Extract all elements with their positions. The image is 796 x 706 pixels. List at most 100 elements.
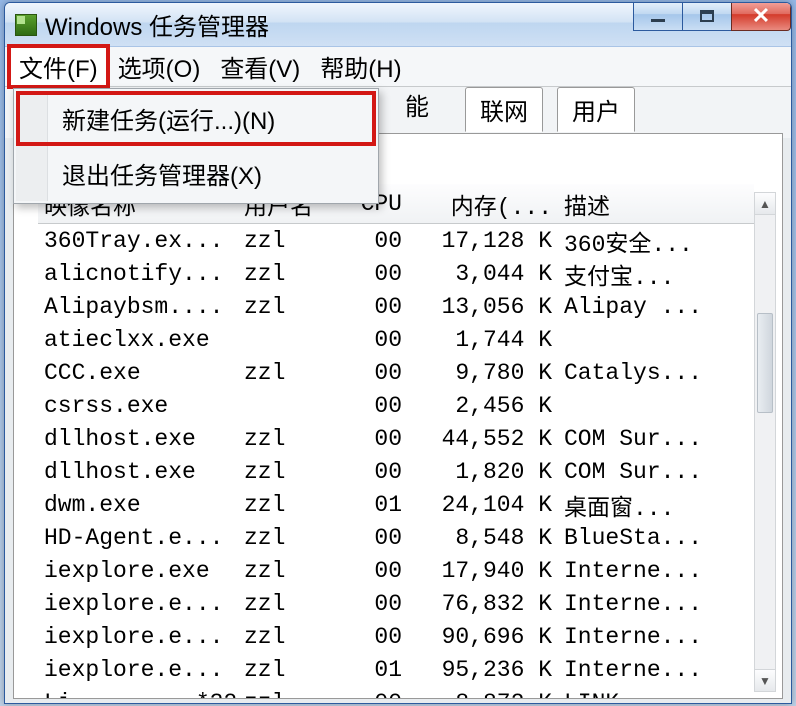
cell-cpu: 00 <box>338 622 408 652</box>
cell-user: zzl <box>238 259 338 289</box>
cell-cpu: 00 <box>338 391 408 421</box>
cell-cpu: 00 <box>338 457 408 487</box>
cell-desc: 桌面窗... <box>558 486 754 524</box>
cell-name: iexplore.e... <box>38 622 238 652</box>
close-button[interactable]: ✕ <box>731 2 791 31</box>
table-row[interactable]: Alipaybsm....zzl0013,056 KAlipay ... <box>38 290 754 323</box>
table-row[interactable]: iexplore.e...zzl0195,236 KInterne... <box>38 653 754 686</box>
scroll-up-button[interactable]: ▲ <box>755 193 775 215</box>
cell-user: zzl <box>238 622 338 652</box>
cell-desc: Catalys... <box>558 358 754 388</box>
table-row[interactable]: CCC.exezzl009,780 KCatalys... <box>38 356 754 389</box>
desktop: Windows 任务管理器 ✕ 文件(F) 选项(O) 查看(V) 帮助(H) … <box>0 0 796 706</box>
table-row[interactable]: 360Tray.ex...zzl0017,128 K360安全... <box>38 224 754 257</box>
cell-desc <box>558 404 754 408</box>
menu-item-new-task[interactable]: 新建任务(运行...)(N) <box>16 91 376 146</box>
cell-desc: Interne... <box>558 622 754 652</box>
cell-mem: 8,548 K <box>408 523 558 553</box>
cell-mem: 1,744 K <box>408 325 558 355</box>
table-row[interactable]: dllhost.exezzl001,820 KCOM Sur... <box>38 455 754 488</box>
cell-user: zzl <box>238 358 338 388</box>
col-header-desc[interactable]: 描述 <box>558 185 754 223</box>
menu-view[interactable]: 查看(V) <box>210 46 310 87</box>
cell-mem: 13,056 K <box>408 292 558 322</box>
cell-name: dllhost.exe <box>38 457 238 487</box>
table-row[interactable]: dllhost.exezzl0044,552 KCOM Sur... <box>38 422 754 455</box>
cell-cpu: 00 <box>338 226 408 256</box>
cell-name: alicnotify... <box>38 259 238 289</box>
cell-name: iexplore.e... <box>38 589 238 619</box>
menu-file[interactable]: 文件(F) <box>9 46 108 87</box>
cell-name: iexplore.e... <box>38 655 238 685</box>
table-row[interactable]: HD-Agent.e...zzl008,548 KBlueSta... <box>38 521 754 554</box>
cell-cpu: 00 <box>338 688 408 699</box>
scroll-thumb[interactable] <box>757 313 773 413</box>
minimize-button[interactable] <box>633 2 683 31</box>
cell-name: 360Tray.ex... <box>38 226 238 256</box>
cell-name: atieclxx.exe <box>38 325 238 355</box>
tab-networking[interactable]: 联网 <box>465 87 543 132</box>
cell-cpu: 00 <box>338 556 408 586</box>
table-row[interactable]: iexplore.e...zzl0076,832 KInterne... <box>38 587 754 620</box>
cell-cpu: 00 <box>338 259 408 289</box>
task-manager-window: Windows 任务管理器 ✕ 文件(F) 选项(O) 查看(V) 帮助(H) … <box>4 2 792 704</box>
cell-user: zzl <box>238 424 338 454</box>
titlebar[interactable]: Windows 任务管理器 ✕ <box>5 3 791 47</box>
menubar: 文件(F) 选项(O) 查看(V) 帮助(H) <box>5 47 791 87</box>
table-row[interactable]: iexplore.e...zzl0090,696 KInterne... <box>38 620 754 653</box>
maximize-button[interactable] <box>682 2 732 31</box>
scroll-down-button[interactable]: ▼ <box>755 669 775 691</box>
col-header-mem[interactable]: 内存(... <box>408 185 558 223</box>
cell-mem: 1,820 K <box>408 457 558 487</box>
cell-name: HD-Agent.e... <box>38 523 238 553</box>
cell-name: dwm.exe <box>38 490 238 520</box>
table-row[interactable]: csrss.exe 002,456 K <box>38 389 754 422</box>
cell-mem: 8,872 K <box>408 688 558 699</box>
cell-mem: 3,044 K <box>408 259 558 289</box>
cell-desc: 支付宝... <box>558 255 754 293</box>
cell-user: zzl <box>238 589 338 619</box>
cell-cpu: 01 <box>338 490 408 520</box>
window-controls: ✕ <box>634 2 791 31</box>
cell-desc <box>558 338 754 342</box>
cell-desc: Interne... <box>558 589 754 619</box>
cell-cpu: 00 <box>338 325 408 355</box>
cell-name: csrss.exe <box>38 391 238 421</box>
cell-cpu: 00 <box>338 523 408 553</box>
app-icon <box>15 14 37 36</box>
cell-user: zzl <box>238 556 338 586</box>
cell-user: zzl <box>238 523 338 553</box>
file-menu-dropdown: 新建任务(运行...)(N) 退出任务管理器(X) <box>13 88 379 204</box>
menu-item-exit[interactable]: 退出任务管理器(X) <box>16 146 376 201</box>
cell-cpu: 01 <box>338 655 408 685</box>
table-row[interactable]: dwm.exezzl0124,104 K桌面窗... <box>38 488 754 521</box>
menu-options[interactable]: 选项(O) <box>108 46 211 87</box>
vertical-scrollbar[interactable]: ▲ ▼ <box>754 192 776 692</box>
close-icon: ✕ <box>752 5 770 27</box>
table-body: 360Tray.ex...zzl0017,128 K360安全...alicno… <box>38 224 754 698</box>
tab-performance-partial[interactable]: 能 <box>405 87 429 122</box>
tab-users[interactable]: 用户 <box>557 87 635 132</box>
cell-mem: 17,128 K <box>408 226 558 256</box>
cell-mem: 17,940 K <box>408 556 558 586</box>
cell-cpu: 00 <box>338 589 408 619</box>
cell-user: zzl <box>238 292 338 322</box>
cell-user: zzl <box>238 490 338 520</box>
table-row[interactable]: iexplore.exezzl0017,940 KInterne... <box>38 554 754 587</box>
table-row[interactable]: alicnotify...zzl003,044 K支付宝... <box>38 257 754 290</box>
table-row[interactable]: Li........ *32zzl008,872 KLINK <box>38 686 754 698</box>
cell-cpu: 00 <box>338 292 408 322</box>
cell-mem: 95,236 K <box>408 655 558 685</box>
cell-desc: Interne... <box>558 655 754 685</box>
menu-help[interactable]: 帮助(H) <box>310 46 411 87</box>
cell-user: zzl <box>238 457 338 487</box>
cell-mem: 44,552 K <box>408 424 558 454</box>
cell-user <box>238 404 338 408</box>
cell-desc: COM Sur... <box>558 457 754 487</box>
cell-desc: LINK <box>558 688 754 699</box>
table-row[interactable]: atieclxx.exe 001,744 K <box>38 323 754 356</box>
cell-mem: 2,456 K <box>408 391 558 421</box>
window-title: Windows 任务管理器 <box>45 7 269 42</box>
cell-name: Alipaybsm.... <box>38 292 238 322</box>
cell-desc: Interne... <box>558 556 754 586</box>
